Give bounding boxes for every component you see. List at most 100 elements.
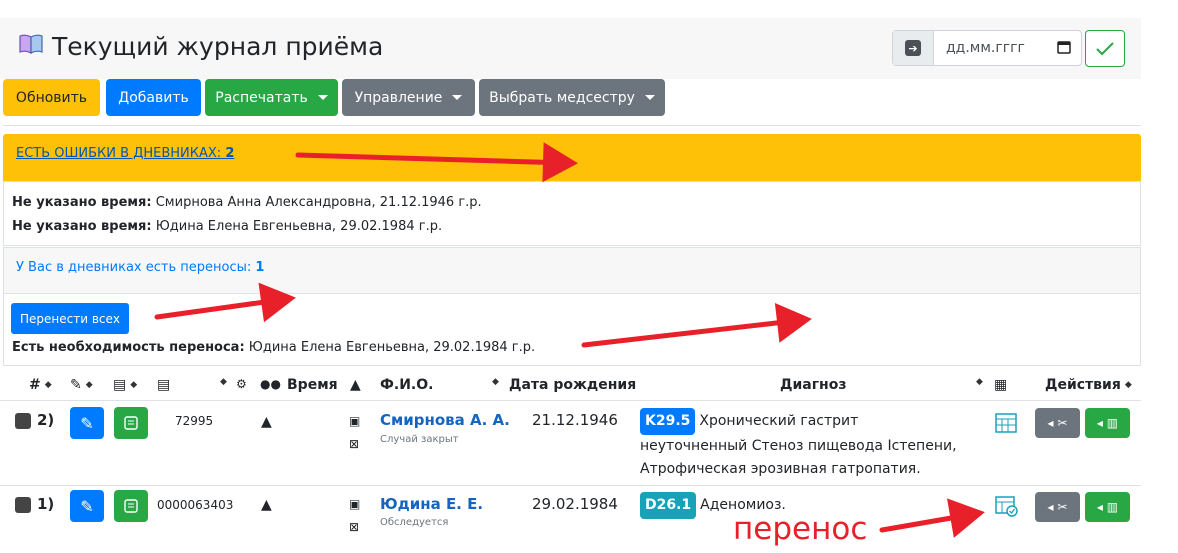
patient-name-link[interactable]: Смирнова А. А. — [380, 411, 510, 429]
tools-button[interactable]: ◂ ✂ — [1035, 492, 1080, 522]
page-title-text: Текущий журнал приёма — [52, 32, 384, 61]
transfers-link[interactable]: У Вас в дневниках есть переносы: 1 — [16, 260, 264, 275]
nurse-label: Выбрать медсестру — [489, 89, 635, 106]
sort-icon: ◆ — [220, 377, 227, 387]
errors-link-text: ЕСТЬ ОШИБКИ В ДНЕВНИКАХ: — [16, 146, 222, 161]
date-go-button[interactable]: ➔ — [893, 31, 934, 65]
col-card-sort[interactable]: ◆ — [216, 377, 227, 387]
col-fio-label: Ф.И.О. — [380, 377, 434, 393]
pen-icon: ✎ — [70, 377, 82, 393]
col-num-label: # — [29, 377, 41, 393]
col-time-label: Время — [287, 377, 338, 393]
manage-label: Управление — [354, 89, 443, 106]
col-diag-header[interactable]: Диагноз — [780, 377, 846, 393]
journal-button[interactable]: ◂ ▥ — [1085, 408, 1130, 438]
card-icon: ▤ — [157, 377, 171, 393]
sort-icon: ◆ — [976, 377, 983, 387]
row-checkbox[interactable] — [15, 497, 31, 513]
card-number: 72995 — [175, 414, 214, 428]
diagnosis-cell: K29.5 Хронический гастрит неуточненный Ст… — [640, 408, 970, 481]
tools-icon: ◂ ✂ — [1047, 416, 1068, 430]
sort-icon: ◆ — [130, 380, 138, 390]
birth-date: 29.02.1984 — [532, 495, 618, 513]
binoculars-icon: ●● — [260, 377, 281, 391]
patient-name-link[interactable]: Юдина Е. Е. — [380, 495, 483, 513]
add-button[interactable]: Добавить — [106, 79, 201, 116]
sort-icon: ◆ — [85, 380, 93, 390]
transfers-count: 1 — [255, 260, 265, 275]
diagnosis-code-badge: K29.5 — [640, 408, 696, 435]
error-label: Не указано время: — [12, 219, 152, 234]
errors-body — [3, 181, 1141, 246]
caret-down-icon — [317, 95, 328, 100]
confirm-date-button[interactable] — [1085, 30, 1125, 67]
settings-icon: ⚙ — [236, 377, 247, 391]
transfer-schedule-icon[interactable] — [994, 493, 1018, 521]
divider — [3, 125, 1141, 126]
card-number: 0000063403 — [157, 498, 234, 512]
col-doc-header[interactable]: ▤ ◆ — [113, 377, 137, 393]
close-case-icon[interactable]: ⊠ — [349, 520, 359, 534]
case-status: Обследуется — [380, 517, 449, 528]
edit-button[interactable]: ✎ — [70, 407, 104, 439]
sort-icon: ◆ — [1124, 380, 1132, 390]
error-text: Юдина Елена Евгеньевна, 29.02.1984 г.р. — [155, 219, 443, 234]
sort-icon: ◆ — [492, 377, 499, 387]
col-actions-header[interactable]: Действия ◆ — [1045, 377, 1132, 393]
errors-link[interactable]: ЕСТЬ ОШИБКИ В ДНЕВНИКАХ: 2 — [16, 146, 234, 161]
col-time-header[interactable]: Время — [287, 377, 338, 393]
tools-button[interactable]: ◂ ✂ — [1035, 408, 1080, 438]
transfer-item: Есть необходимость переноса: Юдина Елена… — [12, 340, 535, 355]
manage-dropdown[interactable]: Управление — [342, 79, 475, 116]
journal-button[interactable]: ◂ ▥ — [1085, 492, 1130, 522]
print-dropdown[interactable]: Распечатать — [205, 79, 338, 116]
col-diag-sort[interactable]: ◆ — [972, 377, 983, 387]
diagnosis-code-badge: D26.1 — [640, 492, 697, 519]
pen-icon: ✎ — [80, 413, 94, 433]
col-schedule-header: ▦ — [994, 377, 1007, 393]
patient-card-icon[interactable]: ▣ — [349, 497, 360, 511]
transfers-body — [3, 294, 1141, 366]
transfer-label: Есть необходимость переноса: — [12, 340, 245, 355]
col-card-header[interactable]: ▤ — [157, 377, 170, 393]
col-fio-header[interactable]: Ф.И.О. — [380, 377, 433, 393]
document-icon — [124, 416, 138, 430]
col-num-header[interactable]: # ◆ — [29, 377, 52, 393]
calendar-icon[interactable] — [1057, 39, 1081, 58]
errors-count: 2 — [225, 146, 235, 161]
patient-card-icon[interactable]: ▣ — [349, 414, 360, 428]
arrow-right-icon: ➔ — [905, 40, 921, 56]
edit-button[interactable]: ✎ — [70, 490, 104, 522]
close-case-icon[interactable]: ⊠ — [349, 437, 359, 451]
tools-icon: ◂ ✂ — [1047, 500, 1068, 514]
error-item: Не указано время: Юдина Елена Евгеньевна… — [12, 219, 442, 234]
col-fio-sort[interactable]: ◆ — [488, 377, 499, 387]
nurse-dropdown[interactable]: Выбрать медсестру — [479, 79, 665, 116]
col-dob-header[interactable]: Дата рождения — [509, 377, 636, 393]
document-button[interactable] — [114, 490, 148, 522]
table-header-line — [0, 400, 1141, 401]
warning-icon: ▲ — [261, 497, 272, 513]
sort-icon: ◆ — [44, 380, 52, 390]
date-field[interactable]: ➔ дд.мм.гггг — [892, 30, 1082, 66]
warning-icon: ▲ — [350, 377, 361, 393]
book-open-icon: ◂ ▥ — [1096, 500, 1119, 514]
col-dob-label: Дата рождения — [509, 377, 637, 393]
col-warn-header: ▲ — [350, 377, 361, 393]
annotation-label: перенос — [733, 511, 868, 547]
date-input[interactable]: дд.мм.гггг — [934, 40, 1057, 56]
row-checkbox[interactable] — [15, 413, 31, 429]
calendar-check-icon: ▦ — [994, 377, 1008, 393]
error-label: Не указано время: — [12, 195, 152, 210]
transfer-text: Юдина Елена Евгеньевна, 29.02.1984 г.р. — [248, 340, 536, 355]
col-edit-header[interactable]: ✎ ◆ — [70, 377, 93, 393]
book-open-icon: ◂ ▥ — [1096, 416, 1119, 430]
pen-icon: ✎ — [80, 496, 94, 516]
move-all-button[interactable]: Перенести всех — [11, 303, 129, 334]
refresh-button[interactable]: Обновить — [3, 79, 100, 116]
document-button[interactable] — [114, 407, 148, 439]
schedule-icon[interactable] — [994, 410, 1018, 438]
print-label: Распечатать — [215, 89, 308, 106]
check-icon — [1096, 41, 1114, 55]
document-icon: ▤ — [113, 377, 127, 393]
